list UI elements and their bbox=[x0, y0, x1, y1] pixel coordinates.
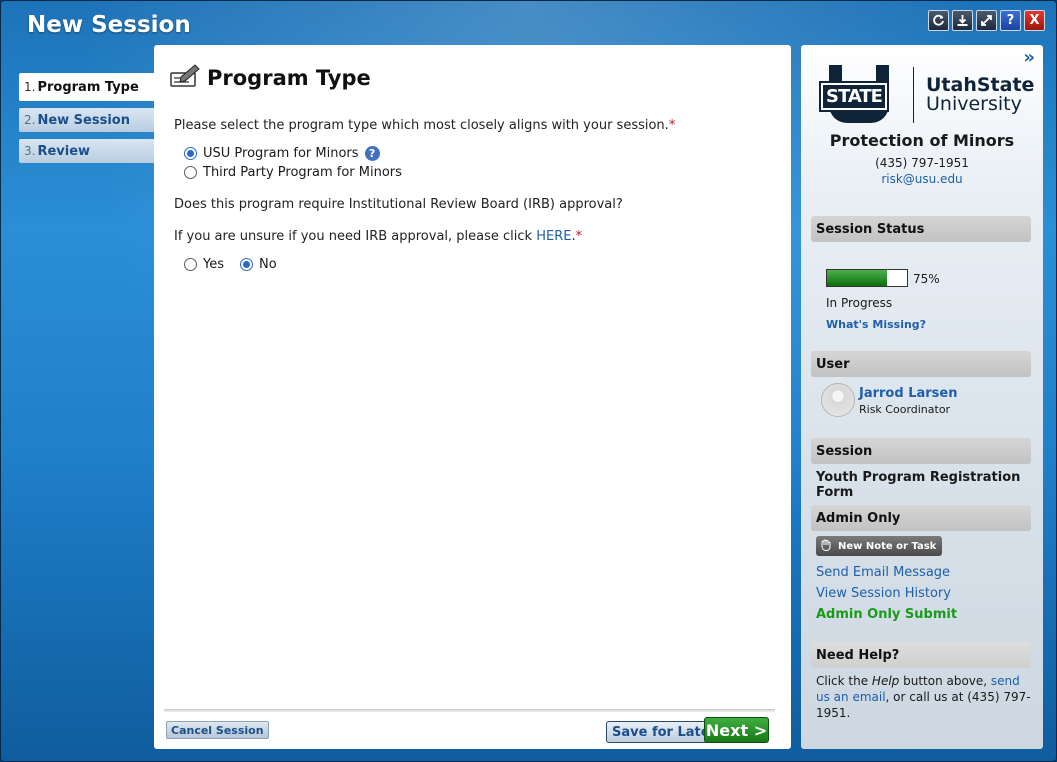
expand-icon[interactable] bbox=[976, 10, 997, 31]
option-label: USU Program for Minors bbox=[203, 146, 359, 161]
next-button[interactable]: Next > bbox=[704, 717, 769, 743]
option-usu-program[interactable]: USU Program for Minors ? bbox=[184, 146, 380, 161]
radio-irb-no[interactable] bbox=[240, 258, 253, 271]
step-number: 2. bbox=[24, 113, 36, 127]
session-header: Session bbox=[811, 438, 1031, 464]
whats-missing-link[interactable]: What's Missing? bbox=[826, 318, 926, 331]
irb-options: Yes No bbox=[184, 257, 277, 272]
avatar bbox=[821, 383, 855, 417]
irb-here-link[interactable]: HERE bbox=[536, 229, 571, 244]
option-third-party[interactable]: Third Party Program for Minors bbox=[184, 165, 402, 180]
session-name: Youth Program Registration Form bbox=[816, 470, 1021, 500]
new-note-label: New Note or Task bbox=[838, 540, 937, 552]
user-header: User bbox=[811, 351, 1031, 377]
irb-unsure-text: If you are unsure if you need IRB approv… bbox=[174, 229, 583, 244]
session-status-header: Session Status bbox=[811, 216, 1031, 242]
help-text: Click the Help button above, send us an … bbox=[816, 674, 1031, 720]
help-header: Need Help? bbox=[811, 642, 1031, 668]
window-controls: ? X bbox=[928, 10, 1045, 31]
step-review[interactable]: 3. Review bbox=[19, 139, 154, 163]
help-icon[interactable]: ? bbox=[1000, 10, 1021, 31]
edit-form-icon bbox=[169, 63, 201, 93]
option-label: Third Party Program for Minors bbox=[203, 165, 402, 180]
send-email-link[interactable]: Send Email Message bbox=[816, 565, 950, 580]
refresh-icon[interactable] bbox=[928, 10, 949, 31]
step-number: 1. bbox=[24, 80, 36, 94]
question-help-icon[interactable]: ? bbox=[364, 146, 380, 161]
progress-bar bbox=[826, 269, 908, 287]
required-marker: * bbox=[575, 229, 583, 244]
org-name: Protection of Minors bbox=[829, 131, 1015, 150]
cancel-session-button[interactable]: Cancel Session bbox=[166, 721, 269, 739]
download-icon[interactable] bbox=[952, 10, 973, 31]
step-label: New Session bbox=[37, 112, 130, 128]
window-title: New Session bbox=[27, 12, 191, 38]
usu-logo: STATE UtahState University bbox=[819, 65, 1034, 125]
admin-header: Admin Only bbox=[811, 505, 1031, 531]
radio-third-party[interactable] bbox=[184, 166, 197, 179]
footer-divider bbox=[164, 709, 775, 712]
step-new-session[interactable]: 2. New Session bbox=[19, 108, 154, 132]
yes-label: Yes bbox=[203, 257, 224, 272]
radio-usu-program[interactable] bbox=[184, 147, 197, 160]
step-label: Program Type bbox=[37, 79, 139, 95]
required-marker: * bbox=[668, 118, 676, 133]
new-note-button[interactable]: New Note or Task bbox=[816, 536, 943, 556]
session-window: New Session ? X 1. Program Type 2. New S… bbox=[0, 0, 1057, 762]
close-icon[interactable]: X bbox=[1024, 10, 1045, 31]
page-title: Program Type bbox=[207, 66, 371, 90]
form-panel: Program Type Please select the program t… bbox=[154, 45, 791, 749]
org-phone: (435) 797-1951 bbox=[875, 156, 969, 170]
org-email-link[interactable]: risk@usu.edu bbox=[881, 172, 962, 186]
logo-line-2: University bbox=[926, 93, 1022, 115]
step-number: 3. bbox=[24, 144, 36, 158]
no-label: No bbox=[259, 257, 277, 272]
step-program-type[interactable]: 1. Program Type bbox=[19, 73, 154, 101]
step-label: Review bbox=[37, 143, 91, 159]
usu-u-mark: STATE bbox=[819, 65, 899, 125]
info-sidebar: » STATE UtahState University Protection … bbox=[801, 45, 1043, 749]
form-header: Program Type bbox=[169, 63, 371, 93]
program-type-question: Please select the program type which mos… bbox=[174, 118, 676, 133]
progress-fill bbox=[827, 270, 887, 286]
view-history-link[interactable]: View Session History bbox=[816, 586, 951, 601]
admin-submit-link[interactable]: Admin Only Submit bbox=[816, 607, 957, 622]
user-role: Risk Coordinator bbox=[859, 403, 951, 416]
irb-question: Does this program require Institutional … bbox=[174, 197, 623, 212]
step-nav: 1. Program Type 2. New Session 3. Review bbox=[19, 73, 154, 170]
progress-percent: 75% bbox=[913, 272, 940, 286]
radio-irb-yes[interactable] bbox=[184, 258, 197, 271]
user-name-link[interactable]: Jarrod Larsen bbox=[859, 386, 957, 401]
status-text: In Progress bbox=[826, 296, 893, 310]
hand-icon bbox=[820, 539, 834, 554]
